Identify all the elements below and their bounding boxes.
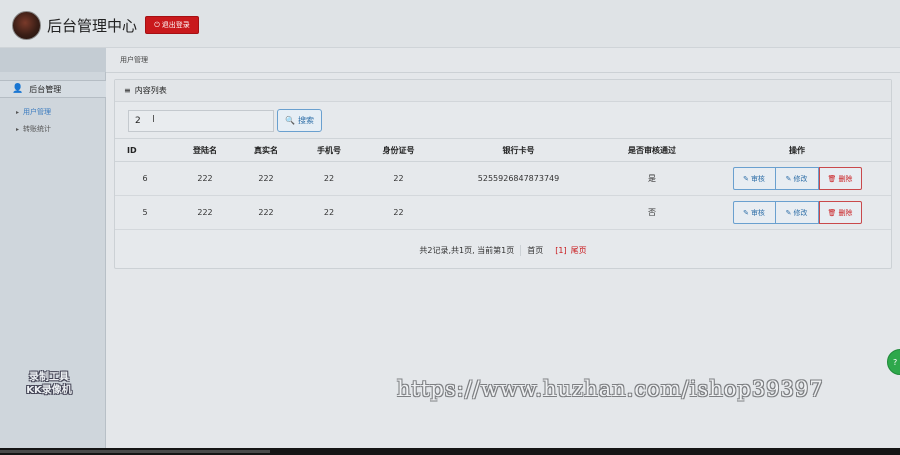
table-row: 6 222 222 22 22 5255926847873749 是 ✎ 审核 ✎… [115,161,891,196]
power-icon: ⏻ [154,20,160,29]
breadcrumb[interactable]: 用户管理 [120,55,148,65]
table-row: 5 222 222 22 22 否 ✎ 审核 ✎ 修改 🗑 删除 [115,195,891,230]
sidebar-item-label: 用户管理 [23,108,52,116]
column-header: 操作 [703,138,891,162]
edit-icon: ✎ [785,174,792,183]
cell-realname: 222 [235,161,297,196]
column-header: 银行卡号 [436,138,601,162]
cell-id: 5 [115,195,175,230]
recorder-watermark-logo: 录制工具 KK录像机 [14,371,84,397]
user-icon: 👤 [12,84,24,94]
pagination: 共2记录,共1页, 当前第1页 首页 [1] 尾页 [115,232,891,268]
text-cursor-icon: I [152,114,155,125]
table-header-row: ID 登陆名 真实名 手机号 身份证号 银行卡号 是否审核通过 操作 [115,138,891,162]
sidebar: 👤 后台管理 ▸ 用户管理 ▸ 转账统计 录制工具 KK录像机 [0,48,106,455]
cell-idcard: 22 [361,195,436,230]
edit-icon: ✎ [785,208,792,217]
cell-bank [436,195,601,230]
chevron-right-icon: ▸ [16,125,20,133]
panel-title: 内容列表 [134,86,167,95]
delete-button[interactable]: 🗑 删除 [818,167,862,190]
column-header: ID [115,138,175,162]
first-page-link[interactable]: 首页 [520,244,543,256]
top-header: 后台管理中心 ⏻ 退出登录 [0,0,900,48]
delete-button[interactable]: 🗑 删除 [818,201,862,224]
current-page: [1] [555,245,567,255]
pagination-summary: 共2记录,共1页, 当前第1页 [419,245,515,255]
url-watermark: https://www.huzhan.com/ishop39397 [397,377,824,401]
cell-bank: 5255926847873749 [436,161,601,196]
delete-label: 删除 [838,208,853,217]
app-title: 后台管理中心 [47,17,138,35]
cell-realname: 222 [235,195,297,230]
sidebar-item-transfer-stats[interactable]: ▸ 转账统计 [16,124,51,134]
avatar[interactable] [12,11,41,40]
sidebar-item-user-management[interactable]: ▸ 用户管理 [16,107,51,117]
cell-phone: 22 [297,195,361,230]
divider [106,72,900,73]
cell-login: 222 [175,195,235,230]
search-input[interactable] [128,110,274,132]
cell-idcard: 22 [361,161,436,196]
review-button[interactable]: ✎ 审核 [732,167,776,190]
column-header: 身份证号 [361,138,436,162]
column-header: 登陆名 [175,138,235,162]
panel-header: ≡ 内容列表 [115,80,891,102]
edit-button[interactable]: ✎ 修改 [775,201,819,224]
logout-label: 退出登录 [161,21,190,29]
cell-login: 222 [175,161,235,196]
search-icon: 🔍 [285,116,295,125]
sidebar-top-band [0,48,106,72]
sidebar-section-title: 后台管理 [29,84,62,94]
edit-label: 修改 [793,174,808,183]
review-label: 审核 [750,208,765,217]
cell-approved: 是 [601,161,703,196]
edit-icon: ✎ [743,174,749,183]
search-button-label: 搜索 [297,116,314,125]
column-header: 手机号 [297,138,361,162]
cell-actions: ✎ 审核 ✎ 修改 🗑 删除 [703,161,891,196]
sidebar-item-label: 转账统计 [23,125,52,133]
list-icon: ≡ [124,86,131,95]
watermark-line-1: 录制工具 [29,372,69,383]
delete-label: 删除 [838,174,853,183]
cell-approved: 否 [601,195,703,230]
review-label: 审核 [750,174,765,183]
watermark-line-2: KK录像机 [26,385,72,396]
logout-button[interactable]: ⏻ 退出登录 [145,16,199,34]
trash-icon: 🗑 [827,174,837,183]
search-button[interactable]: 🔍 搜索 [277,109,322,132]
chevron-right-icon: ▸ [16,108,20,116]
cell-actions: ✎ 审核 ✎ 修改 🗑 删除 [703,195,891,230]
column-header: 是否审核通过 [601,138,703,162]
progress-fill [0,450,270,453]
review-button[interactable]: ✎ 审核 [732,201,776,224]
user-table: ID 登陆名 真实名 手机号 身份证号 银行卡号 是否审核通过 操作 6 222… [115,138,891,230]
sidebar-section-header[interactable]: 👤 后台管理 [0,80,106,98]
column-header: 真实名 [235,138,297,162]
edit-label: 修改 [793,208,808,217]
cell-phone: 22 [297,161,361,196]
cell-id: 6 [115,161,175,196]
edit-button[interactable]: ✎ 修改 [775,167,819,190]
edit-icon: ✎ [743,208,749,217]
last-page-link[interactable]: 尾页 [571,245,587,256]
player-progress-bar[interactable] [0,448,900,455]
trash-icon: 🗑 [827,208,837,217]
content-panel: ≡ 内容列表 I 🔍 搜索 ID 登陆名 真实名 手机号 身份证号 银行卡号 是… [114,79,892,269]
